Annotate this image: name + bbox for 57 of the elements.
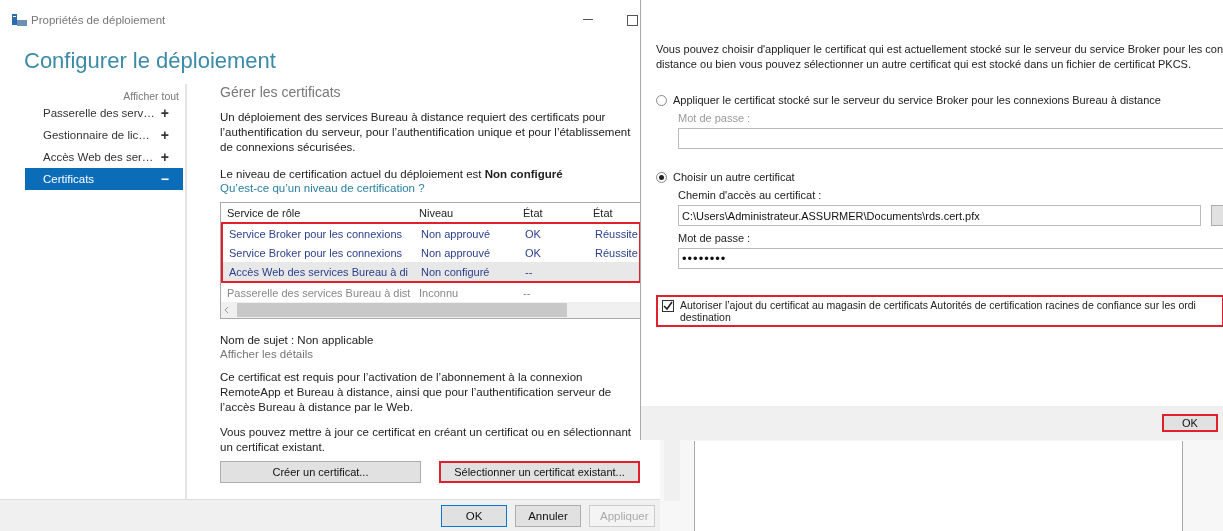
column-header[interactable]: État <box>587 206 641 219</box>
password-field[interactable]: •••••••• <box>678 248 1223 269</box>
sidebar-item[interactable]: Gestionnaire de lic… + <box>25 124 183 146</box>
description-text: Ce certificat est requis pour l’activation de l’abonnement à la connexion RemoteApp et Bureau à distance, ainsi que pour l’authentification serveur de l’accès Bureau à distance par le Web. <box>220 370 613 415</box>
option-label[interactable]: Appliquer le certificat stocké sur le serveur du service Broker pour les connexions Bureau à distance <box>673 94 1161 106</box>
checkbox-label-line: Autoriser l’ajout du certificat au magasin de certificats Autorités de certification racines de confiance sur les ordi <box>680 299 1196 311</box>
table-cell-text: Réussite <box>594 227 639 240</box>
subject-text: Nom de sujet : Non applicable <box>220 333 375 348</box>
checkbox[interactable] <box>662 300 674 312</box>
intro-text: Un déploiement des services Bureau à distance requiert des certificats pour l’authentification du serveur, pour l’authentification unique et pour l’établissement de connexions sécurisées. <box>220 110 632 155</box>
field-label: Chemin d'accès au certificat : <box>678 189 823 201</box>
table-row[interactable]: Accès Web des services Bureau à di Non configuré -- <box>221 262 641 283</box>
update-note: Vous pouvez mettre à jour ce certificat en créant un certificat ou en sélectionnant un certificat existant. <box>220 425 633 455</box>
sidebar-item[interactable]: Certificats − <box>25 168 183 190</box>
certification-level-link[interactable]: Qu’est-ce qu’un niveau de certification ? <box>220 182 425 194</box>
table-cell-text: Accès Web des services Bureau à di <box>228 265 409 278</box>
table-cell-text: Non approuvé <box>420 246 492 259</box>
path-field[interactable]: C:\Users\Administrateur.ASSURMER\Documents\rds.cert.pfx <box>678 205 1201 226</box>
window-title: Propriétés de déploiement <box>31 14 166 26</box>
table-cell-text: -- <box>522 286 532 299</box>
field-label: Mot de passe : <box>678 232 752 244</box>
section-title: Gérer les certificats <box>220 84 341 100</box>
show-all-link[interactable]: Afficher tout <box>123 84 183 102</box>
trust-checkbox-row[interactable]: Autoriser l’ajout du certificat au magasin de certificats Autorités de certification racines de confiance sur les ordi destination <box>656 295 1223 327</box>
column-header[interactable]: Niveau <box>413 206 517 219</box>
minimize-icon[interactable] <box>583 19 593 21</box>
select-certificate-button[interactable]: Sélectionner un certificat existant... <box>439 461 640 483</box>
table-cell-text: Non approuvé <box>420 227 492 240</box>
field-label: Mot de passe : <box>678 112 752 124</box>
sidebar-item[interactable]: Passerelle des serv… + <box>25 102 183 124</box>
table-row[interactable]: Service Broker pour les connexions Non approuvé OK Réussite <box>221 222 641 243</box>
column-header[interactable]: Service de rôle <box>221 206 413 219</box>
level-text: Le niveau de certification actuel du déploiement est Non configuré <box>220 167 564 182</box>
details-link[interactable]: Afficher les détails <box>220 348 314 360</box>
column-header[interactable]: État <box>517 206 587 219</box>
table-cell-text: Service Broker pour les connexions <box>228 246 404 259</box>
table-cell-text: Service Broker pour les connexions <box>228 227 404 240</box>
footer-button[interactable]: OK <box>441 505 507 527</box>
option-label[interactable]: Choisir un autre certificat <box>673 171 795 183</box>
table-cell-text: OK <box>524 227 542 240</box>
server-icon <box>12 13 27 27</box>
footer-button[interactable]: Annuler <box>515 505 581 527</box>
table-cell-text: Non configuré <box>420 265 491 278</box>
table-cell-text: Réussite <box>594 246 639 259</box>
ok-button[interactable]: OK <box>1162 414 1218 432</box>
dialog-intro-line: Vous pouvez choisir d'appliquer le certificat qui est actuellement stocké sur le serveur du service Broker pour les con <box>656 42 1223 57</box>
sidebar-item[interactable]: Accès Web des ser… + <box>25 146 183 168</box>
maximize-icon[interactable] <box>626 14 638 26</box>
table-cell-text: OK <box>524 246 542 259</box>
dialog-intro-line: distance ou bien vous pouvez sélectionner un autre certificat qui est stocké dans un fichier de certificat PKCS. <box>656 57 1192 72</box>
table-cell-text: Inconnu <box>418 286 460 299</box>
browse-button[interactable] <box>1211 205 1223 226</box>
checkbox-label-line: destination <box>680 311 732 323</box>
table-cell-text: Passerelle des services Bureau à dist <box>226 286 412 299</box>
table-cell-text: -- <box>524 265 534 278</box>
horizontal-scrollbar[interactable] <box>221 302 641 318</box>
create-certificate-button[interactable]: Créer un certificat... <box>220 461 421 483</box>
